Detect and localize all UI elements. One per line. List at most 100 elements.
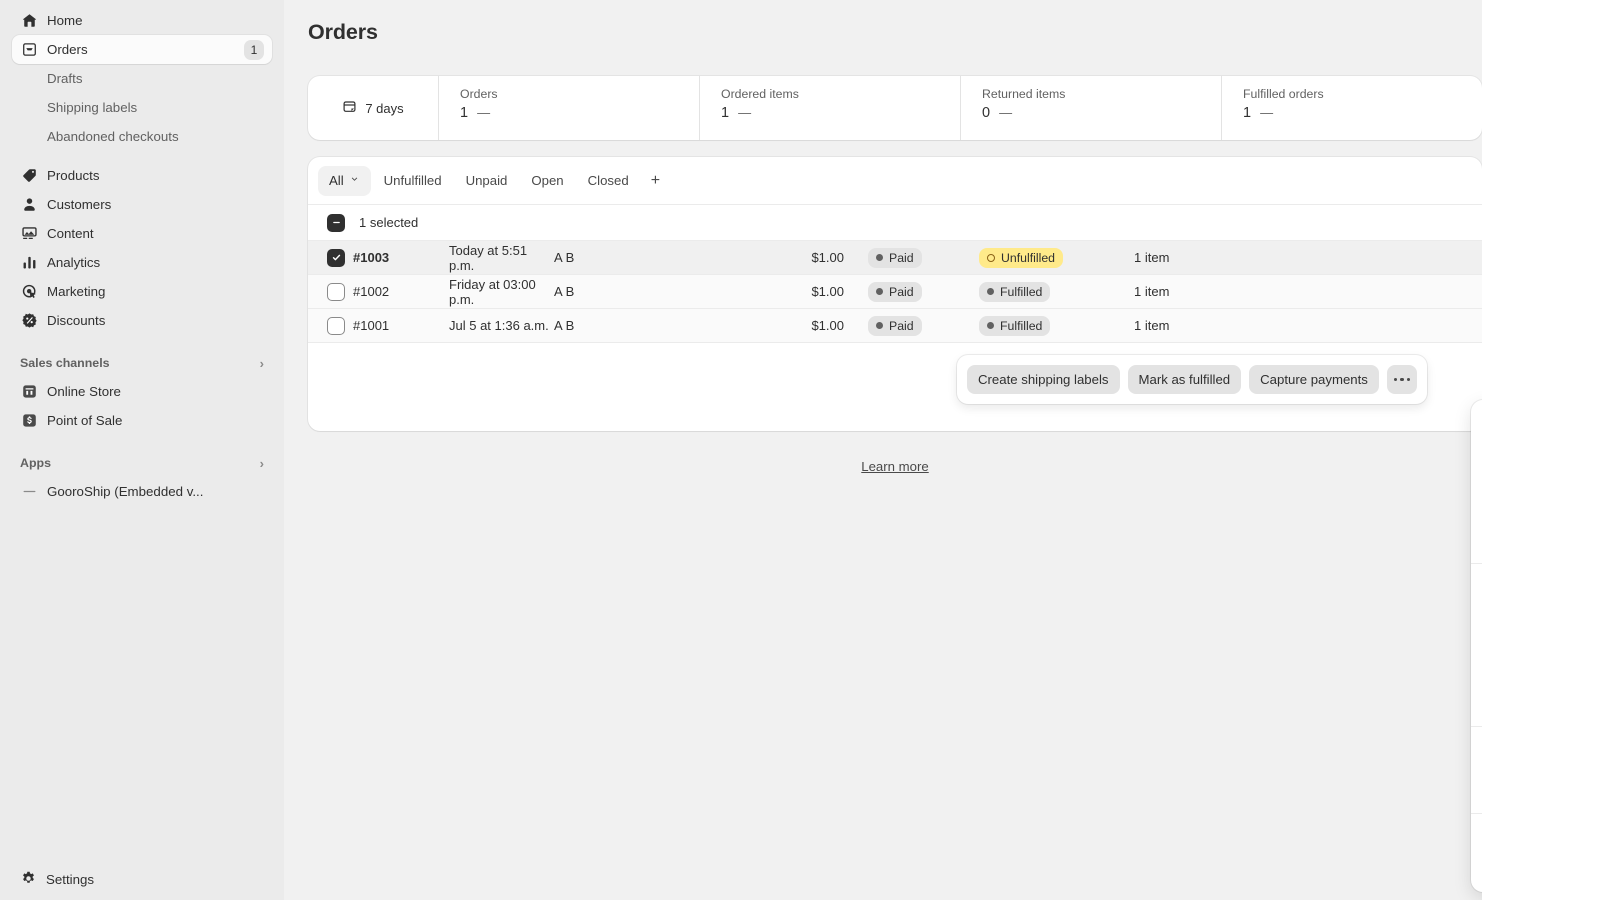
metric-fulfilled-orders[interactable]: Fulfilled orders 1 — [1222, 76, 1482, 140]
row-checkbox[interactable] [327, 316, 345, 335]
person-icon [20, 196, 38, 214]
tab-label: All [329, 173, 344, 188]
metric-returned-items[interactable]: Returned items 0 — [961, 76, 1222, 140]
page-title: Orders [308, 20, 378, 44]
sidebar-item-online-store[interactable]: Online Store [12, 377, 272, 406]
sidebar-item-home[interactable]: Home [12, 6, 272, 35]
mark-as-fulfilled-button[interactable]: Mark as fulfilled [1127, 365, 1242, 394]
plus-icon: + [650, 171, 661, 189]
shopify-admin-window: Home Orders 1 Drafts Shipping labels Aba… [0, 0, 1482, 900]
sidebar-item-label: Orders [47, 42, 88, 57]
metric-ordered-items[interactable]: Ordered items 1 — [700, 76, 961, 140]
metric-value-row: 1 — [460, 105, 699, 121]
storefront-icon [20, 383, 38, 401]
add-tab-button[interactable]: + [642, 166, 669, 196]
tab-unfulfilled[interactable]: Unfulfilled [373, 166, 453, 196]
menu-item-goorooship[interactable]: GooroShip (Embedded version) [1471, 850, 1482, 888]
sidebar-item-products[interactable]: Products [12, 161, 272, 190]
status-dot-icon [987, 253, 995, 262]
sidebar-subitem-label: Shipping labels [47, 100, 138, 115]
more-actions-button[interactable] [1386, 365, 1417, 394]
sidebar-item-marketing[interactable]: Marketing [12, 277, 272, 306]
sidebar-item-goorooship[interactable]: GooroShip (Embedded v... [12, 477, 272, 506]
sidebar-item-label: Products [47, 168, 100, 183]
menu-item-change-fulfillment-location[interactable]: Change fulfillment location [1471, 520, 1482, 558]
sidebar-item-abandoned-checkouts[interactable]: Abandoned checkouts [12, 122, 272, 151]
menu-item-cancel-orders[interactable]: Cancel orders [1471, 683, 1482, 721]
table-row[interactable]: #1003 Today at 5:51 p.m. A B $1.00 Paid … [308, 241, 1482, 275]
menu-item-unarchive-orders[interactable]: Unarchive orders [1471, 645, 1482, 683]
sidebar-primary-group: Home Orders 1 Drafts Shipping labels Aba… [0, 0, 284, 506]
sidebar-item-label: Discounts [47, 313, 106, 328]
content-image-icon [20, 225, 38, 243]
selection-bar: 1 selected [308, 205, 1482, 241]
target-icon [20, 283, 38, 301]
menu-item-remove-tags[interactable]: Remove tags [1471, 770, 1482, 808]
status-dot-icon [987, 322, 994, 329]
fulfillment-status-label: Fulfilled [1000, 284, 1043, 299]
sidebar-item-drafts[interactable]: Drafts [12, 64, 272, 93]
tab-closed[interactable]: Closed [577, 166, 640, 196]
menu-item-request-fulfillment[interactable]: Request fulfillment [1471, 406, 1482, 444]
sidebar-item-discounts[interactable]: Discounts [12, 306, 272, 335]
tab-label: Open [531, 173, 564, 188]
row-checkbox[interactable] [327, 248, 345, 267]
ellipsis-icon [1393, 377, 1411, 382]
sidebar-item-analytics[interactable]: Analytics [12, 248, 272, 277]
sidebar-item-label: Settings [46, 872, 95, 887]
sidebar-item-settings[interactable]: Settings [12, 865, 272, 894]
metric-delta: — [999, 105, 1013, 120]
row-checkbox[interactable] [327, 282, 345, 301]
orders-inbox-icon [20, 41, 38, 59]
more-actions-dropdown-menu: Request fulfillment Cancel fulfillment r… [1471, 400, 1482, 892]
menu-item-archive-orders[interactable]: Archive orders [1471, 607, 1482, 645]
calendar-icon [342, 99, 357, 117]
order-date: Jul 5 at 1:36 a.m. [449, 318, 549, 333]
capture-payments-button[interactable]: Capture payments [1249, 365, 1379, 394]
status-dot-icon [876, 322, 883, 329]
metric-value: 1 [1243, 105, 1252, 121]
tab-open[interactable]: Open [520, 166, 574, 196]
sidebar-item-point-of-sale[interactable]: Point of Sale [12, 406, 272, 435]
order-fulfillment-cell: Fulfilled [929, 315, 1134, 336]
sidebar-item-customers[interactable]: Customers [12, 190, 272, 219]
fulfillment-status-badge: Unfulfilled [979, 247, 1063, 268]
menu-item-mark-as-unfulfilled[interactable]: Mark as unfulfilled [1471, 482, 1482, 520]
payment-status-label: Paid [889, 284, 914, 299]
order-total: $1.00 [811, 318, 844, 333]
sidebar-item-shipping-labels[interactable]: Shipping labels [12, 93, 272, 122]
sidebar-item-label: Home [47, 13, 83, 28]
order-customer: A B [554, 318, 575, 333]
status-dot-icon [876, 254, 883, 261]
tab-unpaid[interactable]: Unpaid [455, 166, 519, 196]
table-row[interactable]: #1001 Jul 5 at 1:36 a.m. A B $1.00 Paid … [308, 309, 1482, 343]
status-dot-icon [987, 288, 994, 295]
fulfillment-status-badge: Fulfilled [979, 315, 1051, 336]
fulfillment-status-badge: Fulfilled [979, 281, 1051, 302]
sidebar-item-content[interactable]: Content [12, 219, 272, 248]
create-shipping-labels-button[interactable]: Create shipping labels [967, 365, 1120, 394]
select-all-checkbox[interactable] [327, 213, 345, 232]
tab-all[interactable]: All [318, 165, 371, 196]
gear-icon [20, 870, 37, 890]
menu-item-add-tags[interactable]: Add tags [1471, 732, 1482, 770]
sidebar-section-label: Sales channels [20, 356, 110, 370]
sidebar: Home Orders 1 Drafts Shipping labels Aba… [0, 0, 284, 900]
menu-item-cancel-fulfillment-requests[interactable]: Cancel fulfillment requests [1471, 444, 1482, 482]
sidebar-section-apps[interactable]: Apps › [12, 449, 272, 477]
metric-label: Fulfilled orders [1243, 87, 1324, 101]
learn-more-link[interactable]: Learn more [861, 459, 928, 474]
sidebar-section-sales-channels[interactable]: Sales channels › [12, 349, 272, 377]
table-row[interactable]: #1002 Friday at 03:00 p.m. A B $1.00 Pai… [308, 275, 1482, 309]
sidebar-item-orders[interactable]: Orders 1 [12, 35, 272, 64]
date-range-selector[interactable]: 7 days [308, 76, 439, 140]
metric-orders[interactable]: Orders 1 — [439, 76, 700, 140]
metrics-summary-card: 7 days Orders 1 — Ordered items 1 — Retu… [308, 76, 1482, 140]
chevron-right-icon: › [259, 455, 264, 471]
metric-label: Orders [460, 87, 498, 101]
bulk-actions-bar: Create shipping labels Mark as fulfilled… [957, 355, 1427, 404]
chevron-right-icon: › [259, 355, 264, 371]
metric-label: Returned items [982, 87, 1066, 101]
menu-item-print-packing-slips[interactable]: Print packing slips [1471, 569, 1482, 607]
